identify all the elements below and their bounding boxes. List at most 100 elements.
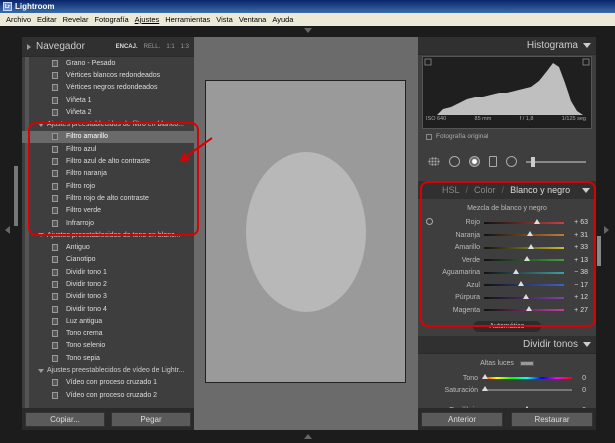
crop-tool-icon[interactable] — [449, 156, 460, 167]
zoom-option[interactable]: ENCAJ. — [116, 44, 138, 50]
zoom-option[interactable]: 1:3 — [181, 44, 189, 50]
preset-item[interactable]: Viñeta 1 — [22, 94, 194, 106]
exif-info: ISO 640 85 mm f / 1,8 1/125 seg — [426, 116, 586, 122]
menu-item-revelar[interactable]: Revelar — [60, 15, 92, 24]
paste-button[interactable]: Pegar — [111, 411, 191, 427]
window-title: Lightroom — [15, 2, 55, 11]
menu-item-ayuda[interactable]: Ayuda — [269, 15, 296, 24]
preset-item[interactable]: Tono sepia — [22, 352, 194, 364]
preset-item[interactable]: Vértices negros redondeados — [22, 82, 194, 94]
previous-button[interactable]: Anterior — [421, 411, 503, 427]
preset-label: Viñeta 1 — [66, 96, 92, 104]
highlights-color-swatch[interactable] — [519, 361, 534, 366]
preset-icon — [52, 59, 58, 67]
reset-button[interactable]: Restaurar — [511, 411, 593, 427]
preset-label: Vértices negros redondeados — [66, 84, 158, 92]
collapse-triangle-icon[interactable] — [583, 43, 591, 48]
preset-item[interactable]: Luz antigua — [22, 315, 194, 327]
slider-thumb[interactable] — [482, 374, 488, 379]
zoom-option[interactable]: 1:1 — [166, 44, 174, 50]
menu-item-editar[interactable]: Editar — [34, 15, 60, 24]
original-photo-toggle[interactable]: Fotografía original — [426, 133, 488, 140]
expand-triangle-icon[interactable] — [27, 43, 31, 50]
left-panel-footer: Copiar... Pegar — [22, 408, 194, 430]
original-photo-checkbox[interactable] — [426, 133, 432, 140]
bottom-panel-toggle-icon[interactable] — [304, 434, 312, 439]
brush-size-slider[interactable] — [526, 156, 586, 167]
original-photo-label: Fotografía original — [436, 133, 489, 140]
preset-icon — [52, 379, 58, 387]
preset-item[interactable]: Dividir tono 4 — [22, 303, 194, 315]
preset-item[interactable]: Viñeta 2 — [22, 106, 194, 118]
spot-removal-icon[interactable] — [469, 156, 480, 167]
menu-item-archivo[interactable]: Archivo — [3, 15, 34, 24]
preset-label: Viñeta 2 — [66, 108, 92, 116]
preset-item[interactable]: Grano - Pesado — [22, 57, 194, 69]
preset-item[interactable]: Cianotipo — [22, 254, 194, 266]
split-tone-value[interactable]: 0 — [572, 387, 586, 394]
navigator-header[interactable]: Navegador ENCAJ. RELL. 1:1 1:3 — [22, 37, 194, 57]
split-tones-header[interactable]: Dividir tonos — [418, 336, 596, 354]
menu-item-vista[interactable]: Vista — [213, 15, 236, 24]
iso-value: ISO 640 — [426, 116, 447, 122]
left-panel-toggle-icon[interactable] — [5, 226, 10, 234]
preset-label: Vértices blancos redondeados — [66, 71, 161, 79]
preset-folder[interactable]: Ajustes preestablecidos de vídeo de Ligh… — [22, 364, 194, 376]
split-tone-row: Tono 0 — [418, 373, 596, 383]
left-panel-scrollbar[interactable] — [14, 166, 18, 226]
annotation-highlight-bw-mix — [420, 181, 596, 327]
preset-item[interactable]: Dividir tono 1 — [22, 266, 194, 278]
collapse-triangle-icon[interactable] — [583, 342, 591, 347]
split-tone-row: Saturación 0 — [418, 385, 596, 395]
preset-item[interactable]: Dividir tono 2 — [22, 278, 194, 290]
menu-item-herramientas[interactable]: Herramientas — [162, 15, 213, 24]
preset-label: Dividir tono 1 — [66, 268, 107, 276]
zoom-option[interactable]: RELL. — [144, 44, 161, 50]
image-canvas[interactable] — [194, 37, 418, 430]
preset-item[interactable]: Tono crema — [22, 328, 194, 340]
preset-item[interactable]: Vértices blancos redondeados — [22, 69, 194, 81]
preset-item[interactable]: Tono selenio — [22, 340, 194, 352]
menu-item-ventana[interactable]: Ventana — [236, 15, 270, 24]
menu-item-fotografía[interactable]: Fotografía — [91, 15, 131, 24]
right-panel-toggle-icon[interactable] — [604, 226, 609, 234]
preset-item[interactable]: Vídeo con proceso cruzado 2 — [22, 389, 194, 401]
slider-thumb[interactable] — [482, 386, 488, 391]
highlights-section: Altas luces — [418, 360, 596, 367]
preset-label: Dividir tono 4 — [66, 305, 107, 313]
split-tone-slider[interactable] — [482, 374, 572, 379]
folder-expand-icon[interactable] — [38, 368, 44, 373]
preset-label: Tono crema — [66, 330, 103, 338]
slider-knob[interactable] — [531, 156, 535, 167]
preset-item[interactable]: Dividir tono 3 — [22, 291, 194, 303]
focal-length: 85 mm — [474, 116, 492, 122]
preset-icon — [52, 330, 58, 338]
photo-placeholder — [245, 151, 366, 312]
split-tone-value[interactable]: 0 — [572, 375, 586, 382]
histogram-header[interactable]: Histograma — [418, 37, 596, 55]
split-tone-slider[interactable] — [482, 386, 572, 391]
preset-label: Cianotipo — [66, 256, 96, 264]
right-panel-footer: Anterior Restaurar — [418, 408, 596, 430]
preset-icon — [52, 317, 58, 325]
preset-item[interactable]: Antiguo — [22, 241, 194, 253]
preset-label: Vídeo con proceso cruzado 1 — [66, 379, 158, 387]
preset-icon — [52, 280, 58, 288]
grid-overlay-icon[interactable] — [428, 157, 440, 166]
right-panel-scrollbar[interactable] — [597, 236, 601, 266]
copy-button[interactable]: Copiar... — [25, 411, 105, 427]
menu-item-ajustes[interactable]: Ajustes — [132, 15, 163, 24]
title-bar: Lr Lightroom — [0, 0, 615, 13]
preset-item[interactable]: Vídeo con proceso cruzado 1 — [22, 377, 194, 389]
split-tones-title: Dividir tonos — [522, 339, 578, 350]
preset-label: Tono sepia — [66, 354, 100, 362]
red-eye-icon[interactable] — [489, 156, 497, 167]
menu-bar: Archivo Editar Revelar Fotografía Ajustes Her… — [0, 13, 615, 26]
navigator-zoom-options: ENCAJ. RELL. 1:1 1:3 — [116, 44, 189, 50]
top-panel-toggle-icon[interactable] — [304, 28, 312, 33]
photo-preview[interactable] — [205, 80, 406, 383]
histogram-graph — [424, 58, 590, 115]
shutter-speed: 1/125 seg — [561, 116, 586, 122]
graduated-filter-icon[interactable] — [506, 156, 517, 167]
annotation-highlight-presets — [28, 122, 199, 236]
